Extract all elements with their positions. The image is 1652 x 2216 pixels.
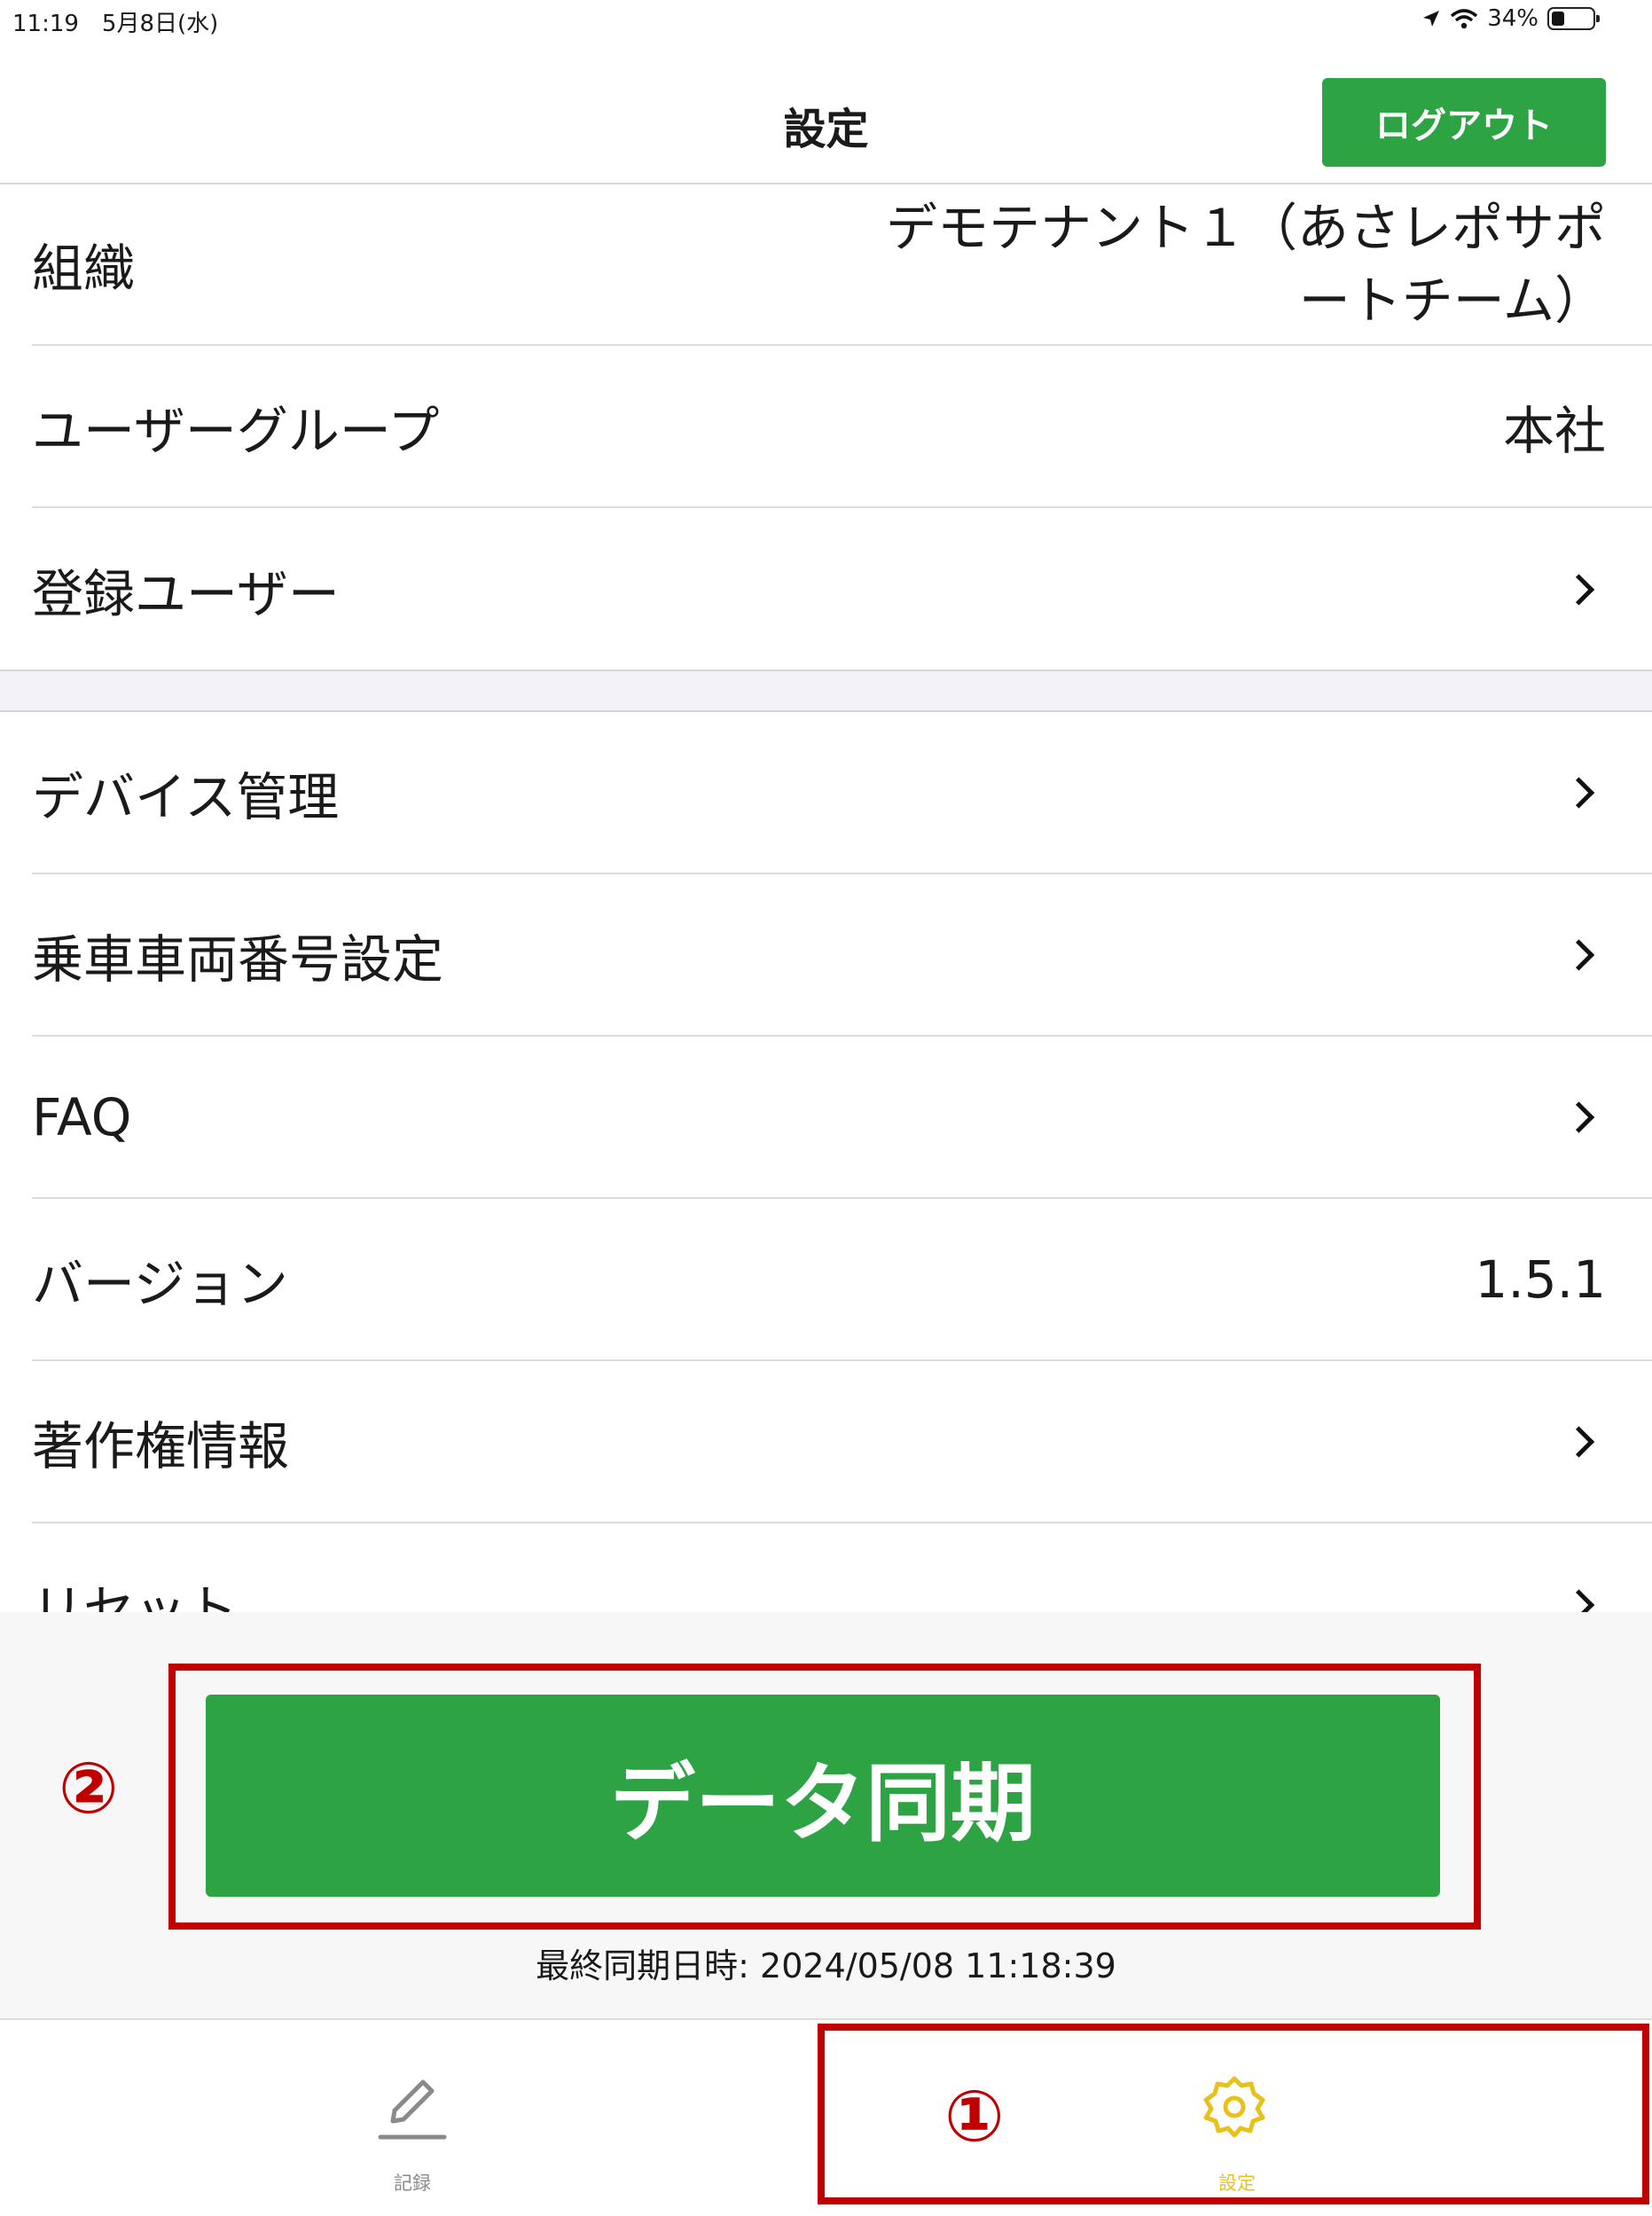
battery-level	[1552, 12, 1564, 26]
annotation-marker-2: ②	[59, 1747, 119, 1829]
status-bar: 11:19 5月8日(水) 34%	[0, 0, 1652, 41]
row-label-vehicle-number: 乗車車両番号設定	[32, 928, 444, 990]
settings-row-vehicle-number[interactable]: 乗車車両番号設定	[32, 874, 1652, 1037]
settings-row-organization: 組織 デモテナント１（あさレポサポートチーム）	[32, 184, 1652, 346]
row-label-version: バージョン	[32, 1253, 288, 1314]
data-sync-button[interactable]: データ同期	[206, 1695, 1440, 1897]
settings-row-copyright[interactable]: 著作権情報	[32, 1361, 1652, 1523]
tab-label-record: 記録	[394, 2173, 431, 2194]
battery-tip	[1596, 15, 1600, 22]
row-label-user-group: ユーザーグループ	[32, 400, 440, 461]
settings-row-user-group: ユーザーグループ 本社	[32, 346, 1652, 508]
chevron-right-icon	[1562, 938, 1595, 971]
wifi-icon	[1451, 9, 1478, 29]
row-label-copyright: 著作権情報	[32, 1415, 290, 1476]
row-value-user-group: 本社	[1502, 400, 1606, 461]
row-value-version: 1.5.1	[1475, 1249, 1606, 1310]
settings-row-faq[interactable]: FAQ	[32, 1037, 1652, 1199]
last-sync-time: 最終同期日時: 2024/05/08 11:18:39	[536, 1946, 1116, 1985]
section-separator	[0, 669, 1652, 712]
location-icon	[1423, 11, 1440, 27]
row-value-organization: デモテナント１（あさレポサポートチーム）	[885, 197, 1606, 331]
chevron-right-icon	[1562, 776, 1595, 809]
annotation-highlight-settings-tab	[818, 2024, 1649, 2204]
tab-record[interactable]: 記録	[0, 2020, 825, 2216]
logout-button[interactable]: ログアウト	[1322, 78, 1606, 167]
sync-panel: ② データ同期 最終同期日時: 2024/05/08 11:18:39	[0, 1612, 1652, 2020]
battery-percent: 34%	[1487, 5, 1538, 32]
chevron-right-icon	[1562, 1425, 1595, 1458]
pencil-icon	[378, 2079, 447, 2140]
tab-bar: 記録 ① 設定	[0, 2020, 1652, 2216]
row-label-faq: FAQ	[32, 1086, 132, 1147]
settings-row-registered-users[interactable]: 登録ユーザー	[32, 508, 1652, 670]
settings-row-device-management[interactable]: デバイス管理	[32, 712, 1652, 874]
row-label-organization: 組織	[32, 238, 136, 299]
row-label-registered-users: 登録ユーザー	[32, 563, 340, 624]
navigation-bar: 設定 ログアウト	[0, 41, 1652, 184]
chevron-right-icon	[1562, 1100, 1595, 1133]
chevron-right-icon	[1562, 573, 1595, 606]
battery-icon	[1547, 7, 1600, 30]
row-label-device-management: デバイス管理	[32, 766, 340, 827]
status-indicators: 34%	[1421, 5, 1600, 32]
status-time-date: 11:19 5月8日(水)	[12, 11, 219, 37]
settings-row-version: バージョン 1.5.1	[32, 1199, 1652, 1361]
